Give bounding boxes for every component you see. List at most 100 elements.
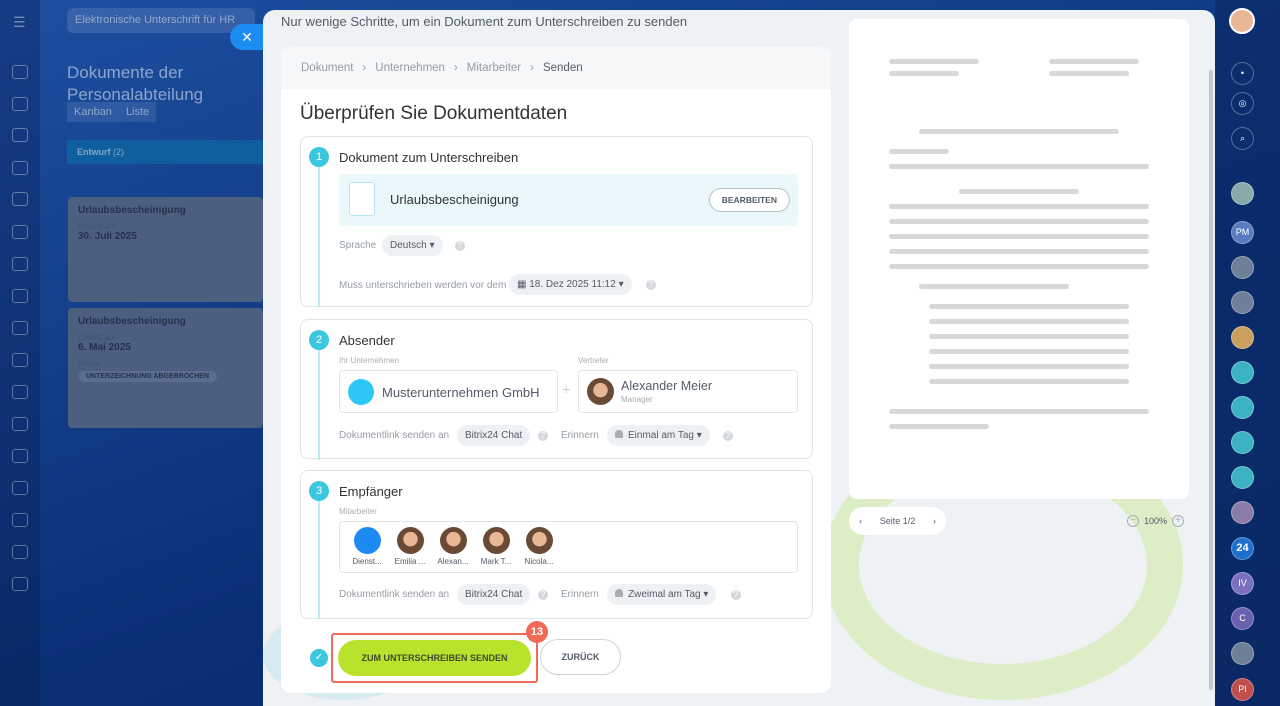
chat-avatar[interactable] <box>1231 642 1254 665</box>
group-chat-icon[interactable] <box>1231 501 1254 524</box>
back-button[interactable]: ZURÜCK <box>540 639 621 675</box>
cart-icon[interactable] <box>12 513 28 527</box>
deadline-select[interactable]: ▦ 18. Dez 2025 11:12 ▾ <box>509 274 632 295</box>
link-channel[interactable]: Bitrix24 Chat <box>457 425 531 446</box>
calendar-icon[interactable] <box>12 385 28 399</box>
step-title: Absender <box>339 333 395 348</box>
language-select[interactable]: Deutsch ▾ <box>382 235 443 256</box>
card-status-label: Status <box>78 359 101 368</box>
help-icon[interactable]: ? <box>455 241 465 251</box>
card-title: Urlaubsbescheinigung <box>78 316 186 327</box>
link-channel[interactable]: Bitrix24 Chat <box>457 584 531 605</box>
chat-avatar[interactable]: IV <box>1231 572 1254 595</box>
help-icon[interactable]: ? <box>731 590 741 600</box>
user-avatar[interactable] <box>1229 8 1255 34</box>
company-name: Musterunternehmen GmbH <box>382 385 540 400</box>
card-date: 6. Mai 2025 <box>78 342 131 353</box>
chat-avatar[interactable] <box>1231 291 1254 314</box>
employees-field[interactable]: Dienst... Emilia ... Alexan... Mark T...… <box>339 521 798 573</box>
background-search: Elektronische Unterschrift für HR <box>67 8 255 33</box>
bell-icon <box>615 589 623 597</box>
activity-icon[interactable]: ◎ <box>1231 92 1254 115</box>
remind-label: Erinnern <box>561 430 599 441</box>
kanban-card: Urlaubsbescheinigung Erstellt am 30. Juli … <box>68 197 263 302</box>
group-chat-icon[interactable] <box>1231 431 1254 454</box>
filter-icon[interactable] <box>12 449 28 463</box>
step-badge: 13 <box>526 621 548 643</box>
document-icon[interactable] <box>12 192 28 206</box>
check-icon: ✓ <box>310 649 328 667</box>
zoom-out-icon[interactable]: − <box>1127 515 1139 527</box>
page-navigator: ‹ Seite 1/2 › <box>849 507 946 535</box>
employee-name: Dienst... <box>352 557 382 566</box>
step-document: 1 Dokument zum Unterschreiben Urlaubsbes… <box>300 136 813 307</box>
card-label: Erstellt am <box>78 222 116 231</box>
zoom-level: 100% <box>1144 516 1168 526</box>
analytics-icon[interactable] <box>12 417 28 431</box>
menu-icon[interactable]: ☰ <box>13 14 26 31</box>
tab-kanban: Kanban <box>67 102 119 122</box>
employee-name: Alexan... <box>437 557 469 566</box>
search-chat-icon[interactable]: ⌕ <box>1231 127 1254 150</box>
right-sidebar: • ◎ ⌕ PM 24 IV C PI <box>1215 0 1280 706</box>
kanban-card: Urlaubsbescheinigung Erstellt am 6. Mai 20… <box>68 308 263 428</box>
breadcrumb-step[interactable]: Mitarbeiter <box>467 62 521 74</box>
bitrix24-chat[interactable]: 24 <box>1231 537 1254 560</box>
group-chat-icon[interactable] <box>1231 466 1254 489</box>
next-page-icon[interactable]: › <box>933 516 936 526</box>
deadline-value: 18. Dez 2025 11:12 <box>529 279 616 290</box>
board-icon[interactable] <box>12 289 28 303</box>
help-icon[interactable]: ? <box>538 431 548 441</box>
language-value: Deutsch <box>390 240 427 251</box>
help-icon[interactable]: ? <box>538 590 548 600</box>
bell-icon <box>615 430 623 438</box>
employee-item[interactable]: Emilia ... <box>389 527 431 567</box>
help-icon[interactable]: ? <box>723 431 733 441</box>
document-icon <box>349 182 375 216</box>
scrollbar[interactable] <box>1209 70 1213 690</box>
representative-field[interactable]: Alexander Meier Manager <box>578 370 798 413</box>
edit-button[interactable]: BEARBEITEN <box>708 188 790 212</box>
chat-icon[interactable] <box>12 353 28 367</box>
contacts-icon[interactable] <box>12 161 28 175</box>
deadline-label: Muss unterschrieben werden vor dem <box>339 280 507 291</box>
step-number: 2 <box>309 330 329 350</box>
employee-item[interactable]: Alexan... <box>432 527 474 567</box>
column-title: Entwurf <box>77 147 111 157</box>
employee-item[interactable]: Dienst... <box>346 527 388 567</box>
link-label: Dokumentlink senden an <box>339 430 450 441</box>
chat-avatar[interactable] <box>1231 326 1254 349</box>
document-row: Urlaubsbescheinigung BEARBEITEN <box>339 174 798 226</box>
remind-select[interactable]: Einmal am Tag ▾ <box>607 425 710 446</box>
chat-avatar[interactable]: PM <box>1231 221 1254 244</box>
help-icon[interactable]: ? <box>646 280 656 290</box>
notifications-icon[interactable]: • <box>1231 62 1254 85</box>
remind-select[interactable]: Zweimal am Tag ▾ <box>607 584 717 605</box>
group-chat-icon[interactable] <box>1231 361 1254 384</box>
chat-avatar[interactable] <box>1231 182 1254 205</box>
card-icon[interactable] <box>12 481 28 495</box>
checklist-icon[interactable] <box>12 257 28 271</box>
group-chat-icon[interactable] <box>1231 396 1254 419</box>
breadcrumb-step[interactable]: Dokument <box>301 62 353 74</box>
company-field[interactable]: Musterunternehmen GmbH <box>339 370 558 413</box>
chat-avatar[interactable]: PI <box>1231 678 1254 701</box>
employee-item[interactable]: Mark T... <box>475 527 517 567</box>
zoom-control: −100% + <box>1127 515 1185 527</box>
crm-icon[interactable] <box>12 97 28 111</box>
zoom-in-icon[interactable]: + <box>1172 515 1185 527</box>
breadcrumb-step[interactable]: Unternehmen <box>375 62 445 74</box>
representative-label: Vertreter <box>578 356 609 365</box>
prev-page-icon[interactable]: ‹ <box>859 516 862 526</box>
home-icon[interactable] <box>12 65 28 79</box>
mail-icon[interactable] <box>12 321 28 335</box>
hr-icon[interactable] <box>12 577 28 591</box>
drive-icon[interactable] <box>12 225 28 239</box>
chat-avatar[interactable] <box>1231 256 1254 279</box>
sign-icon[interactable] <box>12 545 28 559</box>
tasks-icon[interactable] <box>12 128 28 142</box>
column-count: (2) <box>113 147 125 157</box>
employee-item[interactable]: Nicola... <box>518 527 560 567</box>
representative-role: Manager <box>621 395 653 404</box>
chat-avatar[interactable]: C <box>1231 607 1254 630</box>
